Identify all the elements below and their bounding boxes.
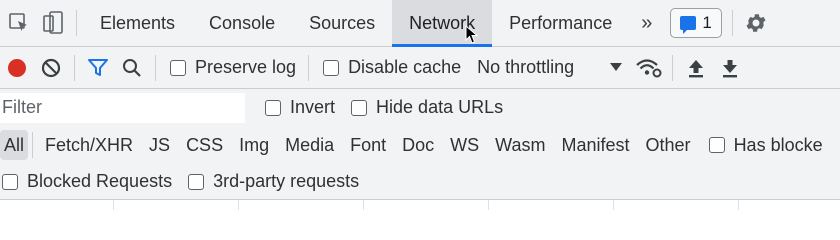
dropdown-arrow-icon xyxy=(610,63,623,71)
column-divider xyxy=(363,200,364,210)
clear-button[interactable] xyxy=(34,51,68,85)
toolbar-divider xyxy=(155,54,156,81)
toolbar-divider xyxy=(308,54,310,81)
throttling-select[interactable]: No throttling xyxy=(477,57,623,78)
message-icon xyxy=(680,16,697,34)
settings-gear-icon[interactable] xyxy=(739,6,773,40)
checkbox-box[interactable] xyxy=(170,59,186,76)
type-filter-font[interactable]: Font xyxy=(342,130,394,160)
search-button[interactable] xyxy=(115,51,149,85)
has-blocked-cookies-label: Has blocke xyxy=(733,134,823,155)
filter-funnel-icon xyxy=(88,58,108,76)
search-icon xyxy=(123,58,141,77)
devtools-tabbar: Elements Console Sources Network Perform… xyxy=(0,0,840,47)
type-filter-manifest[interactable]: Manifest xyxy=(554,130,638,160)
type-filter-other[interactable]: Other xyxy=(638,130,699,160)
type-filter-js[interactable]: JS xyxy=(141,130,178,160)
preserve-log-label: Preserve log xyxy=(195,57,297,77)
type-filter-all[interactable]: All xyxy=(0,130,29,160)
column-divider xyxy=(738,200,739,210)
checkbox-box[interactable] xyxy=(188,173,205,190)
toolbar-divider xyxy=(76,10,77,36)
filter-input[interactable] xyxy=(0,92,245,123)
has-blocked-cookies-checkbox[interactable]: Has blocke xyxy=(708,134,823,156)
type-filter-doc[interactable]: Doc xyxy=(394,130,442,160)
request-filter-options: Blocked Requests 3rd-party requests xyxy=(0,164,840,200)
hide-data-urls-checkbox[interactable]: Hide data URLs xyxy=(351,97,503,118)
toolbar-divider xyxy=(672,54,674,81)
filter-bar: Invert Hide data URLs xyxy=(0,89,840,126)
checkbox-box[interactable] xyxy=(2,173,18,190)
third-party-requests-checkbox[interactable]: 3rd-party requests xyxy=(188,171,359,192)
toolbar-divider xyxy=(731,10,733,36)
checkbox-box[interactable] xyxy=(708,137,725,153)
column-divider xyxy=(488,200,489,210)
requests-table-header xyxy=(0,200,840,210)
hide-data-urls-label: Hide data URLs xyxy=(376,97,504,117)
clear-icon xyxy=(41,58,61,77)
network-conditions-button[interactable] xyxy=(632,51,666,85)
export-har-button[interactable] xyxy=(713,51,747,85)
issues-badge[interactable]: 1 xyxy=(670,8,722,38)
inspect-element-icon[interactable] xyxy=(2,6,36,40)
column-divider xyxy=(113,200,114,210)
blocked-requests-label: Blocked Requests xyxy=(27,171,173,191)
mouse-cursor-icon xyxy=(465,25,479,44)
type-filter-media[interactable]: Media xyxy=(277,130,342,160)
column-divider xyxy=(238,200,239,210)
invert-label: Invert xyxy=(290,97,336,117)
type-filter-fetch-xhr[interactable]: Fetch/XHR xyxy=(37,130,141,160)
type-filter-css[interactable]: CSS xyxy=(178,130,231,160)
checkbox-box[interactable] xyxy=(265,99,281,116)
column-divider xyxy=(613,200,614,210)
type-filter-ws[interactable]: WS xyxy=(442,130,487,160)
checkbox-box[interactable] xyxy=(351,99,368,116)
third-party-requests-label: 3rd-party requests xyxy=(213,171,360,191)
toolbar-divider xyxy=(32,132,34,158)
throttling-value: No throttling xyxy=(477,57,575,77)
preserve-log-checkbox[interactable]: Preserve log xyxy=(170,57,296,78)
download-icon xyxy=(723,59,738,77)
toolbar-divider xyxy=(74,54,75,81)
network-toolbar: Preserve log Disable cache No throttling xyxy=(0,47,840,89)
resource-type-filters: All Fetch/XHR JS CSS Img Media Font Doc … xyxy=(0,126,840,164)
invert-checkbox[interactable]: Invert xyxy=(265,97,335,118)
filter-toggle-button[interactable] xyxy=(81,51,115,85)
issues-count: 1 xyxy=(702,13,712,32)
disable-cache-checkbox[interactable]: Disable cache xyxy=(323,57,461,78)
wifi-settings-icon xyxy=(636,58,662,77)
tab-console[interactable]: Console xyxy=(192,0,292,47)
checkbox-box[interactable] xyxy=(323,59,340,76)
record-icon xyxy=(8,58,26,77)
disable-cache-label: Disable cache xyxy=(348,57,462,77)
tab-elements[interactable]: Elements xyxy=(83,0,192,47)
tab-sources[interactable]: Sources xyxy=(292,0,392,47)
record-button[interactable] xyxy=(0,51,34,85)
type-filter-wasm[interactable]: Wasm xyxy=(487,130,553,160)
device-toolbar-icon[interactable] xyxy=(36,6,70,40)
blocked-requests-checkbox[interactable]: Blocked Requests xyxy=(2,171,172,192)
import-har-button[interactable] xyxy=(679,51,713,85)
more-tabs-button[interactable]: » xyxy=(629,0,664,47)
tab-performance[interactable]: Performance xyxy=(492,0,629,47)
upload-icon xyxy=(689,59,704,77)
type-filter-img[interactable]: Img xyxy=(231,130,277,160)
